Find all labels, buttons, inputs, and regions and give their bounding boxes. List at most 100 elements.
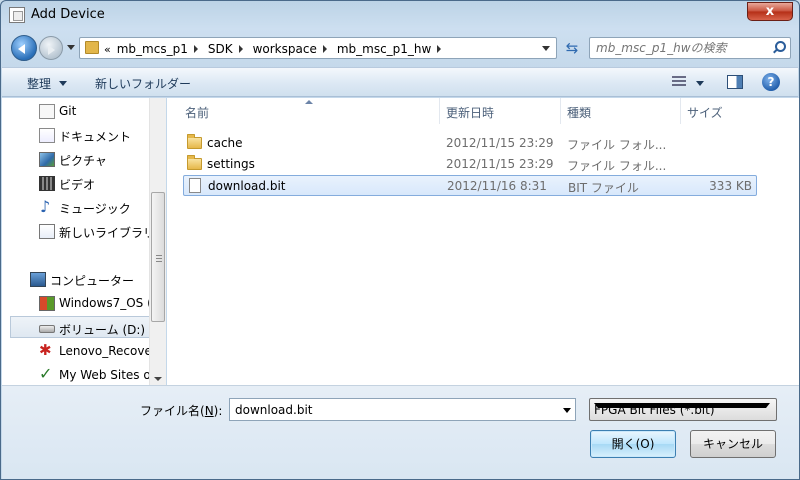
lenovo-recovery-icon <box>39 341 55 359</box>
drive-icon <box>39 325 55 333</box>
chevron-right-icon[interactable] <box>437 45 442 53</box>
nav-scrollbar[interactable] <box>149 98 166 385</box>
column-header-name[interactable]: 名前 <box>181 98 440 124</box>
library-icon <box>39 224 55 239</box>
preview-pane-icon[interactable] <box>727 75 743 89</box>
scroll-down-icon[interactable] <box>154 377 162 381</box>
nav-item-label: ミュージック <box>59 202 131 216</box>
window-title: Add Device <box>31 7 105 22</box>
nav-item-label: ボリューム (D:) <box>59 323 146 337</box>
organize-menu[interactable]: 整理 <box>27 75 51 92</box>
folder-icon <box>85 41 99 54</box>
close-button[interactable]: x <box>747 2 793 21</box>
nav-item-label: ビデオ <box>59 178 96 192</box>
file-date: 2012/11/15 23:29 <box>446 136 554 150</box>
new-folder-button[interactable]: 新しいフォルダー <box>95 75 191 92</box>
column-header-date[interactable]: 更新日時 <box>440 98 561 124</box>
chevron-down-icon[interactable] <box>563 408 571 413</box>
filename-label: ファイル名(N): <box>140 404 223 418</box>
search-input[interactable] <box>594 40 764 56</box>
music-icon <box>39 197 55 216</box>
command-bar: 整理 新しいフォルダー ? <box>2 67 798 97</box>
file-date: 2012/11/15 23:29 <box>446 157 554 171</box>
address-bar[interactable]: « mb_mcs_p1 SDK workspace mb_msc_p1_hw <box>79 37 557 59</box>
nav-item-volume-d[interactable]: ボリューム (D:) <box>10 316 150 338</box>
file-date: 2012/11/16 8:31 <box>447 179 547 193</box>
git-folder-icon <box>39 104 55 119</box>
nav-item-label: My Web Sites o <box>59 368 151 382</box>
chevron-right-icon[interactable] <box>322 45 327 53</box>
documents-icon <box>39 128 55 143</box>
chevron-down-icon[interactable] <box>59 81 67 86</box>
folder-icon <box>187 134 202 149</box>
open-button[interactable]: 開く(O) <box>590 430 676 458</box>
back-button[interactable] <box>11 35 37 61</box>
view-options-icon[interactable] <box>672 76 686 88</box>
video-icon <box>39 176 55 191</box>
nav-item-documents[interactable]: ドキュメント <box>2 124 150 146</box>
navigation-pane: Git ドキュメント ピクチャ ビデオ ミュージック 新しいライブラリ コンピュ… <box>2 98 166 385</box>
pictures-icon <box>39 152 55 167</box>
nav-item-git[interactable]: Git <box>2 100 150 122</box>
column-header-size[interactable]: サイズ <box>681 98 761 124</box>
file-name: download.bit <box>208 179 286 193</box>
nav-item-label: コンピューター <box>50 274 135 288</box>
web-sites-icon <box>39 364 55 383</box>
windows-drive-icon <box>39 296 55 311</box>
breadcrumb-item[interactable]: mb_mcs_p1 <box>113 42 192 56</box>
breadcrumb-item[interactable]: workspace <box>249 42 321 56</box>
cancel-button[interactable]: キャンセル <box>690 430 776 458</box>
nav-item-computer[interactable]: コンピューター <box>2 268 150 290</box>
chevron-right-icon[interactable] <box>193 45 198 53</box>
nav-item-label: Lenovo_Recove <box>59 344 152 358</box>
nav-item-label: ドキュメント <box>59 130 132 144</box>
search-icon[interactable] <box>773 41 786 53</box>
file-row-download-bit[interactable]: download.bit 2012/11/16 8:31 BIT ファイル 33… <box>183 175 757 196</box>
file-name: settings <box>207 157 255 171</box>
breadcrumb: « mb_mcs_p1 SDK workspace mb_msc_p1_hw <box>104 41 447 57</box>
nav-item-label: Git <box>59 104 77 118</box>
file-size: 333 KB <box>709 179 752 193</box>
chevron-right-icon[interactable] <box>238 45 243 53</box>
nav-item-pictures[interactable]: ピクチャ <box>2 148 150 170</box>
breadcrumb-item[interactable]: SDK <box>204 42 237 56</box>
nav-item-new-library[interactable]: 新しいライブラリ <box>2 220 155 242</box>
dialog-footer: ファイル名(N): FPGA Bit Files (*.bit) 開く(O) キ… <box>2 385 799 479</box>
file-type: ファイル フォル... <box>567 159 667 173</box>
app-icon <box>9 7 25 23</box>
computer-icon <box>30 272 46 287</box>
nav-item-my-web-sites[interactable]: My Web Sites o <box>2 364 151 385</box>
nav-item-lenovo-recovery[interactable]: Lenovo_Recove <box>2 340 152 362</box>
nav-item-music[interactable]: ミュージック <box>2 196 150 218</box>
breadcrumb-item[interactable]: mb_msc_p1_hw <box>333 42 436 56</box>
breadcrumb-overflow[interactable]: « <box>104 43 111 56</box>
scrollbar-thumb[interactable] <box>151 192 165 322</box>
address-dropdown[interactable] <box>538 40 554 56</box>
filename-combobox[interactable] <box>229 398 576 421</box>
recent-pages-dropdown[interactable] <box>67 45 75 50</box>
file-list: 名前 更新日時 種類 サイズ cache 2012/11/15 23:29 ファ… <box>167 98 799 385</box>
file-row-cache[interactable]: cache 2012/11/15 23:29 ファイル フォル... <box>183 133 757 154</box>
file-name: cache <box>207 136 243 150</box>
nav-item-windows7-os[interactable]: Windows7_OS ( <box>2 292 152 314</box>
help-icon[interactable]: ? <box>762 73 780 91</box>
column-header-type[interactable]: 種類 <box>561 98 681 124</box>
filetype-select[interactable]: FPGA Bit Files (*.bit) <box>589 398 777 421</box>
nav-item-label: ピクチャ <box>59 154 107 168</box>
add-device-dialog: Add Device x « mb_mcs_p1 SDK workspace m… <box>0 0 800 480</box>
folder-icon <box>187 155 202 170</box>
search-box[interactable] <box>589 37 791 59</box>
chevron-down-icon[interactable] <box>594 403 770 408</box>
nav-item-label: 新しいライブラリ <box>59 226 156 240</box>
grip-icon <box>156 255 162 262</box>
file-icon <box>189 178 201 193</box>
file-row-settings[interactable]: settings 2012/11/15 23:29 ファイル フォル... <box>183 154 757 175</box>
nav-item-label: Windows7_OS ( <box>59 296 152 310</box>
file-type: ファイル フォル... <box>567 138 667 152</box>
nav-item-videos[interactable]: ビデオ <box>2 172 150 194</box>
refresh-icon[interactable]: ⇆ <box>561 37 583 59</box>
view-dropdown-icon[interactable] <box>696 81 704 86</box>
filename-input[interactable] <box>233 402 553 418</box>
file-type: BIT ファイル <box>568 181 639 195</box>
forward-button[interactable] <box>39 36 63 60</box>
